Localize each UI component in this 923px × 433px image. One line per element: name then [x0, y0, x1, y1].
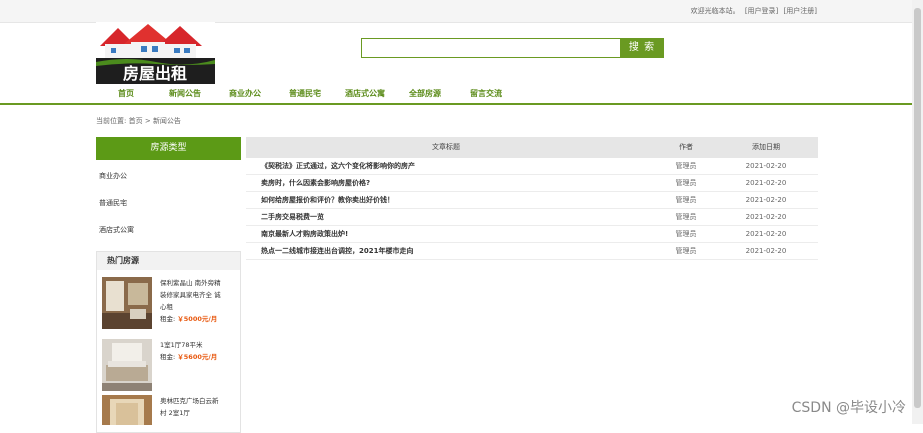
article-author: 管理员: [675, 230, 697, 238]
hot-listings-panel: 热门房源 保利紫晶山 南外旁精装修家具家电齐全 诚心租 租金: ￥5000元/月…: [96, 251, 241, 433]
article-author: 管理员: [675, 213, 697, 221]
nav-news[interactable]: 新闻公告: [169, 88, 201, 99]
article-date: 2021-02-20: [745, 162, 787, 170]
top-links: 欢迎光临本站。 [用户登录] [用户注册]: [688, 6, 817, 16]
nav-commercial[interactable]: 商业办公: [229, 88, 261, 99]
rent-label: 租金:: [160, 353, 176, 361]
nav-message-board[interactable]: 留言交流: [470, 88, 502, 99]
register-link[interactable]: [用户注册]: [784, 7, 817, 15]
site-logo[interactable]: 房屋出租: [96, 22, 215, 84]
listing-photo[interactable]: [102, 395, 152, 425]
table-row[interactable]: 卖房时，什么因素会影响房屋价格? 管理员 2021-02-20: [246, 175, 818, 192]
welcome-text: 欢迎光临本站。: [690, 7, 740, 15]
watermark-text: CSDN @毕设小冷: [791, 400, 906, 416]
table-row[interactable]: 热点一二线城市接连出台调控，2021年楼市走向 管理员 2021-02-20: [246, 243, 818, 260]
nav-residential[interactable]: 普通民宅: [289, 88, 321, 99]
house-type-sidebar: 房源类型 商业办公 普通民宅 酒店式公寓: [96, 137, 241, 244]
article-author: 管理员: [675, 196, 697, 204]
table-row[interactable]: 如何给房屋报价和评价？教你卖出好价钱！ 管理员 2021-02-20: [246, 192, 818, 209]
search-input[interactable]: [361, 38, 621, 58]
article-date: 2021-02-20: [745, 230, 787, 238]
article-title-link[interactable]: 《契税法》正式通过，这六个变化将影响你的房产: [261, 158, 415, 174]
hot-listing-item[interactable]: 奥林匹克广场白云新村 2室1厅: [102, 395, 237, 425]
article-date: 2021-02-20: [745, 247, 787, 255]
nav-all-listings[interactable]: 全部房源: [409, 88, 441, 99]
hot-listings-title: 热门房源: [97, 252, 240, 270]
sidebar-title: 房源类型: [96, 137, 241, 160]
table-header: 文章标题 作者 添加日期: [246, 137, 818, 158]
search-bar: 搜 索: [361, 38, 664, 58]
table-row[interactable]: 南京最新人才购房政策出炉! 管理员 2021-02-20: [246, 226, 818, 243]
table-row[interactable]: 二手房交易税费一览 管理员 2021-02-20: [246, 209, 818, 226]
breadcrumb-prefix: 当前位置:: [96, 117, 127, 125]
listing-photo[interactable]: [102, 277, 152, 329]
listing-title: 1室1厅78平米: [160, 341, 203, 349]
rent-price: ￥5000元/月: [177, 315, 218, 323]
breadcrumb-home[interactable]: 首页: [129, 117, 143, 125]
article-title-link[interactable]: 二手房交易税费一览: [261, 209, 324, 225]
rent-price: ￥5600元/月: [177, 353, 218, 361]
login-link[interactable]: [用户登录]: [745, 7, 778, 15]
top-bar: 欢迎光临本站。 [用户登录] [用户注册]: [0, 0, 923, 23]
logo-text: 房屋出租: [123, 64, 187, 83]
sidebar-item-apartment[interactable]: 酒店式公寓: [96, 217, 241, 244]
article-date: 2021-02-20: [745, 196, 787, 204]
article-title-link[interactable]: 如何给房屋报价和评价？教你卖出好价钱！: [261, 192, 394, 208]
column-date: 添加日期: [752, 143, 780, 151]
hot-listing-item[interactable]: 1室1厅78平米 租金: ￥5600元/月: [102, 339, 237, 391]
breadcrumb-separator: >: [144, 117, 151, 125]
table-row[interactable]: 《契税法》正式通过，这六个变化将影响你的房产 管理员 2021-02-20: [246, 158, 818, 175]
rent-label: 租金:: [160, 315, 176, 323]
news-table: 文章标题 作者 添加日期 《契税法》正式通过，这六个变化将影响你的房产 管理员 …: [246, 137, 818, 260]
article-author: 管理员: [675, 162, 697, 170]
nav-home[interactable]: 首页: [118, 88, 134, 99]
search-button[interactable]: 搜 索: [620, 38, 664, 58]
sidebar-item-commercial[interactable]: 商业办公: [96, 163, 241, 190]
nav-apartment[interactable]: 酒店式公寓: [345, 88, 385, 99]
vertical-scrollbar[interactable]: [912, 0, 923, 424]
listing-title: 奥林匹克广场白云新村 2室1厅: [160, 397, 219, 417]
article-date: 2021-02-20: [745, 179, 787, 187]
listing-photo[interactable]: [102, 339, 152, 391]
article-date: 2021-02-20: [745, 213, 787, 221]
listing-title: 保利紫晶山 南外旁精装修家具家电齐全 诚心租: [160, 279, 221, 311]
scrollbar-thumb[interactable]: [914, 8, 921, 408]
breadcrumb: 当前位置: 首页 > 新闻公告: [96, 116, 181, 126]
column-title: 文章标题: [432, 143, 460, 151]
sidebar-item-residential[interactable]: 普通民宅: [96, 190, 241, 217]
column-author: 作者: [679, 143, 693, 151]
breadcrumb-current: 新闻公告: [152, 117, 181, 125]
nav-divider: [0, 103, 918, 105]
article-title-link[interactable]: 卖房时，什么因素会影响房屋价格?: [261, 175, 370, 191]
article-title-link[interactable]: 热点一二线城市接连出台调控，2021年楼市走向: [261, 243, 413, 259]
article-author: 管理员: [675, 247, 697, 255]
article-author: 管理员: [675, 179, 697, 187]
hot-listing-item[interactable]: 保利紫晶山 南外旁精装修家具家电齐全 诚心租 租金: ￥5000元/月: [102, 277, 237, 329]
article-title-link[interactable]: 南京最新人才购房政策出炉!: [261, 226, 348, 242]
